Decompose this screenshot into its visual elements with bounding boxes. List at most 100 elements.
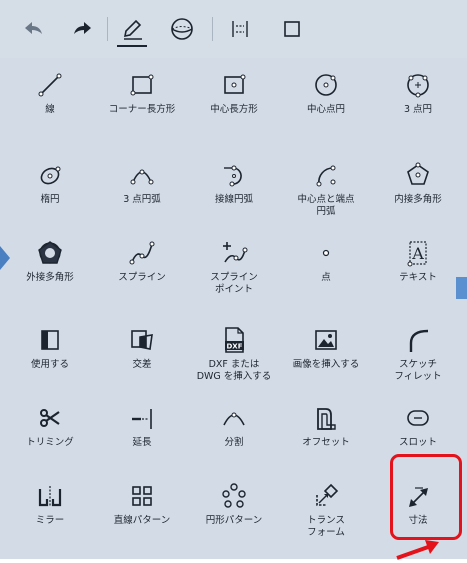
tool-label: 3 点円: [403, 104, 433, 115]
tool-label: 線: [45, 104, 55, 115]
tool-label: トランス フォーム: [307, 515, 345, 538]
tool-label: 分割: [224, 437, 244, 448]
corner-rectangle-icon: [125, 68, 159, 102]
tool-label: 接線円弧: [214, 194, 253, 205]
text-glyph: A: [411, 244, 424, 263]
tool-three-point-circle[interactable]: 3 点円: [372, 68, 464, 140]
tool-label: ミラー: [35, 515, 65, 526]
sketch-toolbar: [0, 0, 467, 58]
spline-point-icon: [217, 236, 251, 270]
tool-label: スロット: [398, 437, 437, 448]
constraints-icon[interactable]: [226, 15, 254, 43]
three-point-arc-icon: [125, 158, 159, 192]
tool-label: 楕円: [40, 194, 60, 205]
tool-mirror[interactable]: ミラー: [4, 479, 96, 551]
center-rectangle-icon: [217, 68, 251, 102]
center-circle-icon: [309, 68, 343, 102]
tool-linear-pattern[interactable]: 直線パターン: [96, 479, 188, 551]
fillet-icon: [401, 323, 435, 357]
text-icon: A: [401, 236, 435, 270]
image-icon: [309, 323, 343, 357]
transform-icon: [309, 479, 343, 513]
line-icon: [33, 68, 67, 102]
tool-circular-pattern[interactable]: 円形パターン: [188, 479, 280, 551]
tool-label: 画像を挿入する: [292, 359, 360, 370]
tool-label: 延長: [132, 437, 152, 448]
tool-transform[interactable]: トランス フォーム: [280, 479, 372, 551]
sphere-icon[interactable]: [168, 15, 196, 43]
tool-label: オフセット: [302, 437, 350, 448]
tool-circumscribed-polygon[interactable]: 外接多角形: [4, 236, 96, 308]
tool-label: DXF または DWG を挿入する: [196, 359, 272, 382]
tool-label: 内接多角形: [394, 194, 442, 205]
use-icon: [33, 323, 67, 357]
tool-intersect[interactable]: 交差: [96, 323, 188, 395]
circumscribed-polygon-icon: [33, 236, 67, 270]
sketch-pencil-icon[interactable]: [118, 15, 146, 43]
tool-label: 中心長方形: [210, 104, 258, 115]
intersect-icon: [125, 323, 159, 357]
tool-spline[interactable]: スプライン: [96, 236, 188, 308]
square-icon[interactable]: [278, 15, 306, 43]
linear-pattern-icon: [125, 479, 159, 513]
split-icon: [217, 401, 251, 435]
tool-center-end-arc[interactable]: 中心点と端点 円弧: [280, 158, 372, 230]
toolbar-divider: [107, 17, 108, 41]
ellipse-icon: [33, 158, 67, 192]
sketch-tools-panel: 線 コーナー長方形 中心長方形 中心点円 3 点円 楕円 3 点円弧 接線円弧 …: [0, 0, 467, 560]
tool-label: テキスト: [399, 272, 437, 283]
active-tab-indicator: [117, 45, 147, 47]
mirror-icon: [33, 479, 67, 513]
undo-icon[interactable]: [20, 15, 48, 43]
tool-label: コーナー長方形: [108, 104, 176, 115]
tool-label: 円形パターン: [205, 515, 263, 526]
left-edge-arrow: [0, 246, 10, 270]
tool-three-point-arc[interactable]: 3 点円弧: [96, 158, 188, 230]
tool-label: トリミング: [26, 437, 74, 448]
tool-insert-dxf-dwg[interactable]: DXF DXF または DWG を挿入する: [188, 323, 280, 395]
tool-center-circle[interactable]: 中心点円: [280, 68, 372, 140]
tool-line[interactable]: 線: [4, 68, 96, 140]
scissors-icon: [33, 401, 67, 435]
tool-label: スケッチ フィレット: [394, 359, 442, 382]
tool-label: スプライン: [118, 272, 166, 283]
tool-label: 中心点と端点 円弧: [297, 194, 355, 217]
tool-label: 外接多角形: [26, 272, 74, 283]
tool-extend[interactable]: 延長: [96, 401, 188, 473]
tool-spline-point[interactable]: スプライン ポイント: [188, 236, 280, 308]
tool-split[interactable]: 分割: [188, 401, 280, 473]
annotation-arrow: [395, 540, 455, 560]
tool-text[interactable]: A テキスト: [372, 236, 464, 308]
offset-icon: [309, 401, 343, 435]
toolbar-divider: [212, 17, 213, 41]
tool-center-rectangle[interactable]: 中心長方形: [188, 68, 280, 140]
tool-use[interactable]: 使用する: [4, 323, 96, 395]
inscribed-polygon-icon: [401, 158, 435, 192]
spline-icon: [125, 236, 159, 270]
dimension-highlight-box: [390, 454, 462, 540]
tool-tangent-arc[interactable]: 接線円弧: [188, 158, 280, 230]
three-point-circle-icon: [401, 68, 435, 102]
tool-ellipse[interactable]: 楕円: [4, 158, 96, 230]
tool-label: スプライン ポイント: [210, 272, 258, 295]
tangent-arc-icon: [217, 158, 251, 192]
tool-offset[interactable]: オフセット: [280, 401, 372, 473]
slot-icon: [401, 401, 435, 435]
tool-point[interactable]: 点: [280, 236, 372, 308]
circular-pattern-icon: [217, 479, 251, 513]
center-end-arc-icon: [309, 158, 343, 192]
redo-icon[interactable]: [68, 15, 96, 43]
tool-inscribed-polygon[interactable]: 内接多角形: [372, 158, 464, 230]
tool-label: 使用する: [30, 359, 69, 370]
dxf-file-icon: DXF: [217, 323, 251, 357]
right-edge-marker: [456, 277, 467, 299]
tool-insert-image[interactable]: 画像を挿入する: [280, 323, 372, 395]
tool-trim[interactable]: トリミング: [4, 401, 96, 473]
tool-label: 直線パターン: [113, 515, 171, 526]
tool-sketch-fillet[interactable]: スケッチ フィレット: [372, 323, 464, 395]
dxf-badge: DXF: [227, 343, 243, 351]
tool-label: 3 点円弧: [123, 194, 161, 205]
tool-label: 点: [321, 272, 331, 283]
tool-corner-rectangle[interactable]: コーナー長方形: [96, 68, 188, 140]
tool-label: 中心点円: [306, 104, 345, 115]
